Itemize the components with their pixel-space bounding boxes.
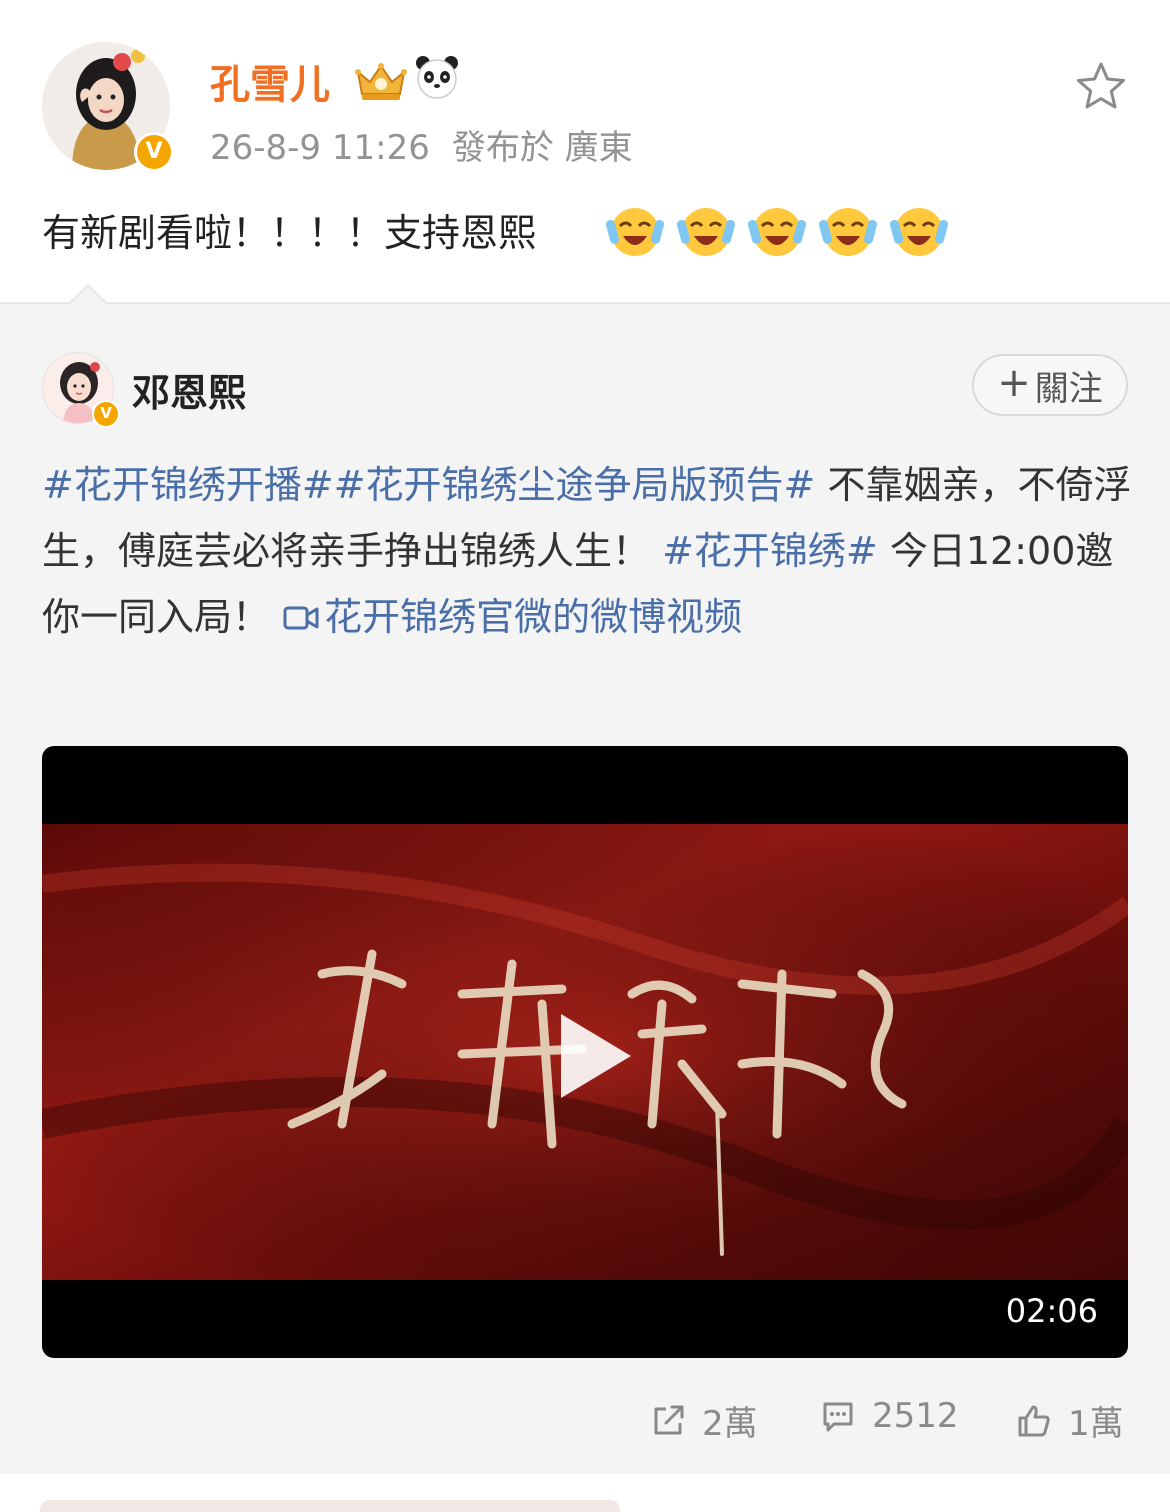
laugh-cry-emoji-icon (890, 208, 949, 256)
laugh-cry-emoji-icon (677, 208, 736, 256)
action-bar: 2萬 2512 1萬 (0, 1396, 1170, 1456)
hashtag-link[interactable]: #花开锦绣# (662, 529, 878, 573)
vip-crown-icon (355, 63, 407, 100)
panda-icon (416, 56, 458, 99)
comment-button[interactable]: 2512 (820, 1396, 959, 1436)
post-timestamp: 26-8-9 11:26 (210, 128, 430, 168)
repost-card[interactable]: V 邓恩熙 + 關注 #花开锦绣开播##花开锦绣尘途争局版预告# 不靠姻亲，不倚… (0, 302, 1170, 1474)
laugh-cry-emoji-icon (606, 208, 664, 256)
verified-badge-icon: V (134, 132, 174, 172)
repost-author-name[interactable]: 邓恩熙 (132, 362, 246, 417)
author-name[interactable]: 孔雪儿 (210, 52, 330, 110)
share-count: 2萬 (702, 1404, 758, 1444)
like-button[interactable]: 1萬 (1016, 1396, 1124, 1445)
post-header: V 孔雪儿 26-8-9 11:26 發布於 廣東 有新剧看啦！！！！支持恩熙 (0, 0, 1170, 300)
laugh-cry-emoji-icon (819, 208, 878, 256)
post-meta: 26-8-9 11:26 發布於 廣東 (210, 120, 633, 169)
plus-icon: + (997, 360, 1031, 406)
emoji-row (606, 202, 956, 262)
next-item-peek (40, 1500, 620, 1512)
share-button[interactable]: 2萬 (650, 1396, 758, 1445)
video-camera-icon (283, 606, 319, 630)
repost-verified-badge-icon: V (92, 400, 120, 428)
author-avatar[interactable]: V (42, 42, 174, 172)
post-text: 有新剧看啦！！！！支持恩熙 (42, 211, 537, 255)
like-count: 1萬 (1068, 1404, 1124, 1444)
play-button-icon[interactable] (547, 1006, 637, 1106)
favorite-star-icon[interactable] (1072, 58, 1130, 116)
video-player[interactable]: 02:06 (42, 746, 1128, 1358)
follow-button-label: 關注 (1034, 368, 1103, 409)
video-link[interactable]: 花开锦绣官微的微博视频 (282, 595, 742, 639)
follow-button[interactable]: + 關注 (972, 354, 1128, 416)
thumbs-up-icon (1018, 1405, 1050, 1436)
video-duration: 02:06 (1005, 1292, 1098, 1330)
repost-text: #花开锦绣开播##花开锦绣尘途争局版预告# 不靠姻亲，不倚浮生，傅庭芸必将亲手挣… (42, 452, 1132, 650)
comment-count: 2512 (872, 1396, 959, 1436)
comment-icon (823, 1402, 853, 1432)
repost-pointer (68, 283, 108, 323)
repost-author-avatar[interactable]: V (42, 352, 120, 428)
laugh-cry-emoji-icon (748, 208, 807, 256)
video-link-label: 花开锦绣官微的微博视频 (324, 595, 743, 639)
share-icon (654, 1405, 684, 1434)
hashtag-link[interactable]: #花开锦绣尘途争局版预告# (334, 463, 816, 507)
post-location: 發布於 廣東 (451, 128, 633, 168)
hashtag-link[interactable]: #花开锦绣开播# (42, 463, 334, 507)
